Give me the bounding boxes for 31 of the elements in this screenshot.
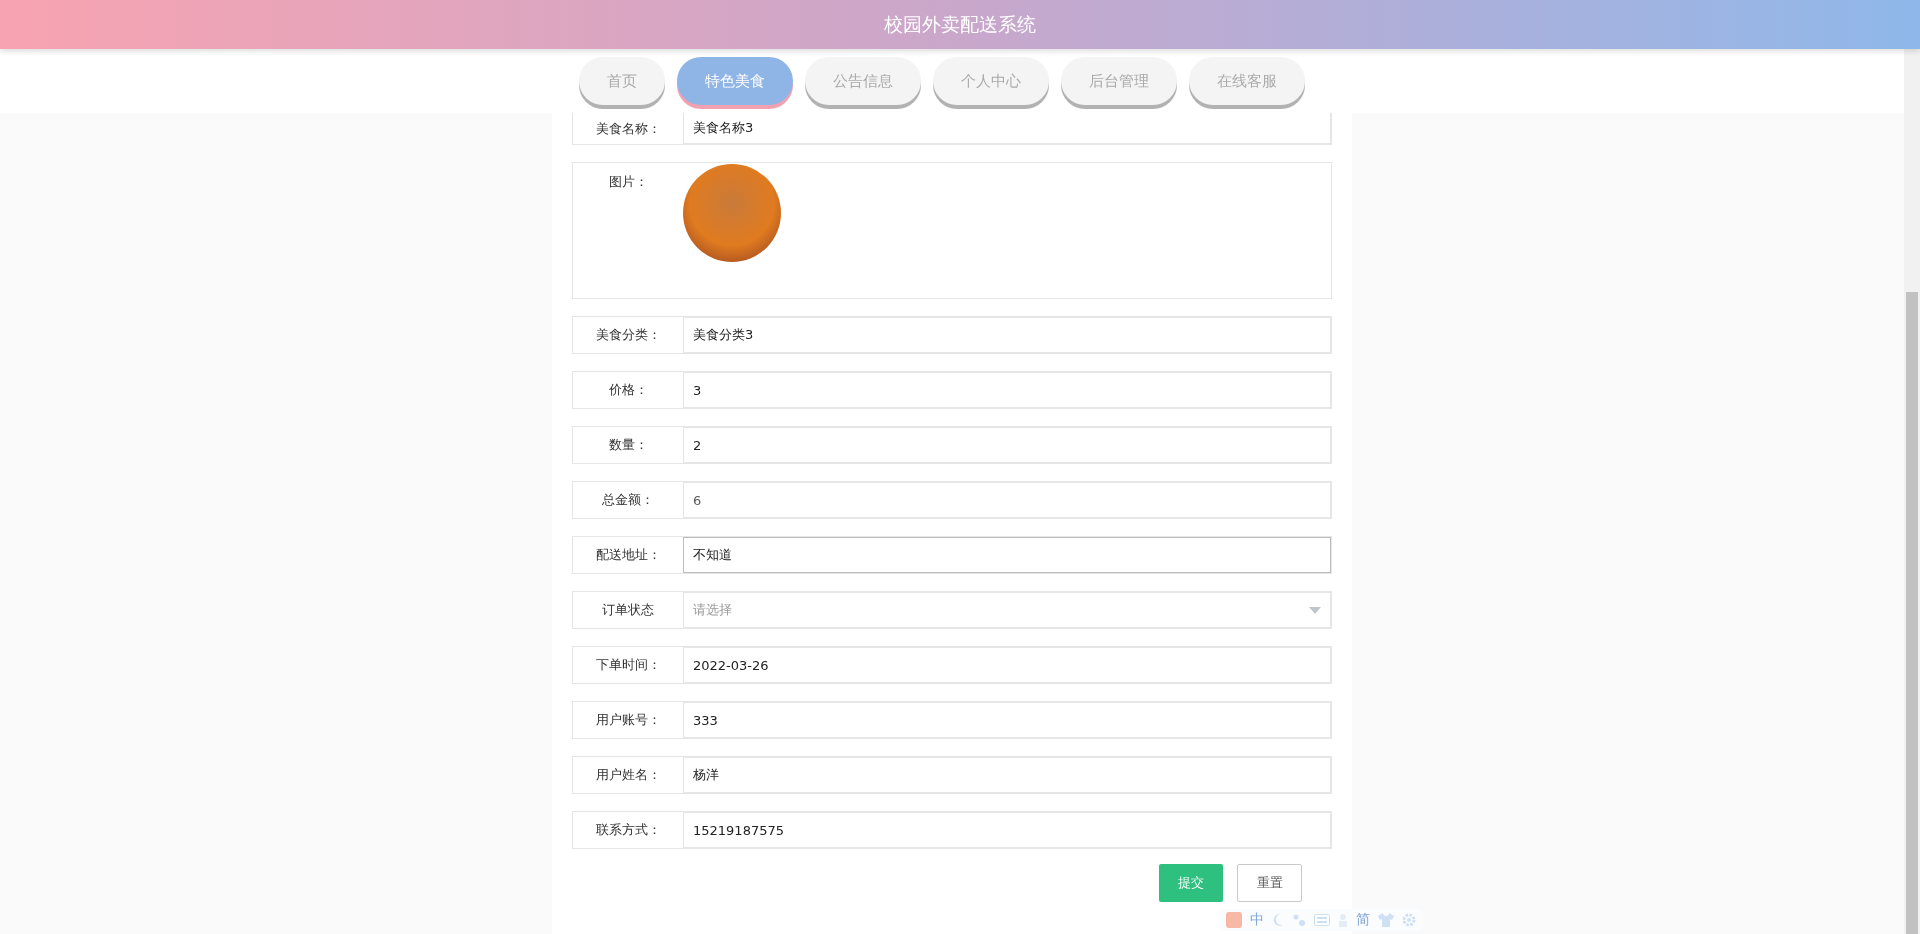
input-field[interactable]: 不知道 (683, 537, 1331, 573)
reset-button[interactable]: 重置 (1237, 864, 1302, 902)
field-label: 联系方式： (594, 821, 662, 839)
site-title: 校园外卖配送系统 (884, 11, 1036, 37)
scrollbar-thumb[interactable] (1906, 292, 1918, 934)
input-field[interactable]: 美食分类3 (683, 317, 1331, 353)
field-label: 美食分类： (594, 326, 662, 344)
input-field[interactable]: 美食名称3 (683, 113, 1331, 144)
field-label: 图片： (607, 173, 649, 191)
input-field[interactable]: 2 (683, 427, 1331, 463)
input-field[interactable]: 2022-03-26 (683, 647, 1331, 683)
input-field[interactable]: 杨洋 (683, 757, 1331, 793)
field-label: 总金额： (601, 491, 655, 509)
field-label: 美食名称： (594, 119, 662, 138)
logo-icon (1226, 912, 1242, 928)
input-field[interactable]: 333 (683, 702, 1331, 738)
keyboard-icon (1314, 914, 1330, 926)
field-label: 价格： (607, 381, 649, 399)
field-label: 订单状态 (601, 601, 655, 619)
field-label: 数量： (607, 436, 649, 454)
field-label: 用户账号： (594, 711, 662, 729)
field-label: 下单时间： (594, 656, 662, 674)
dots-icon (1292, 913, 1306, 927)
shirt-icon (1378, 913, 1394, 927)
caret-icon (1309, 606, 1321, 614)
field-label: 用户姓名： (594, 766, 662, 784)
moon-icon (1272, 913, 1284, 927)
input-field[interactable]: 15219187575 (683, 812, 1331, 848)
settings-icon (1402, 913, 1416, 927)
input-field[interactable]: 3 (683, 372, 1331, 408)
field-label: 配送地址： (594, 546, 662, 564)
